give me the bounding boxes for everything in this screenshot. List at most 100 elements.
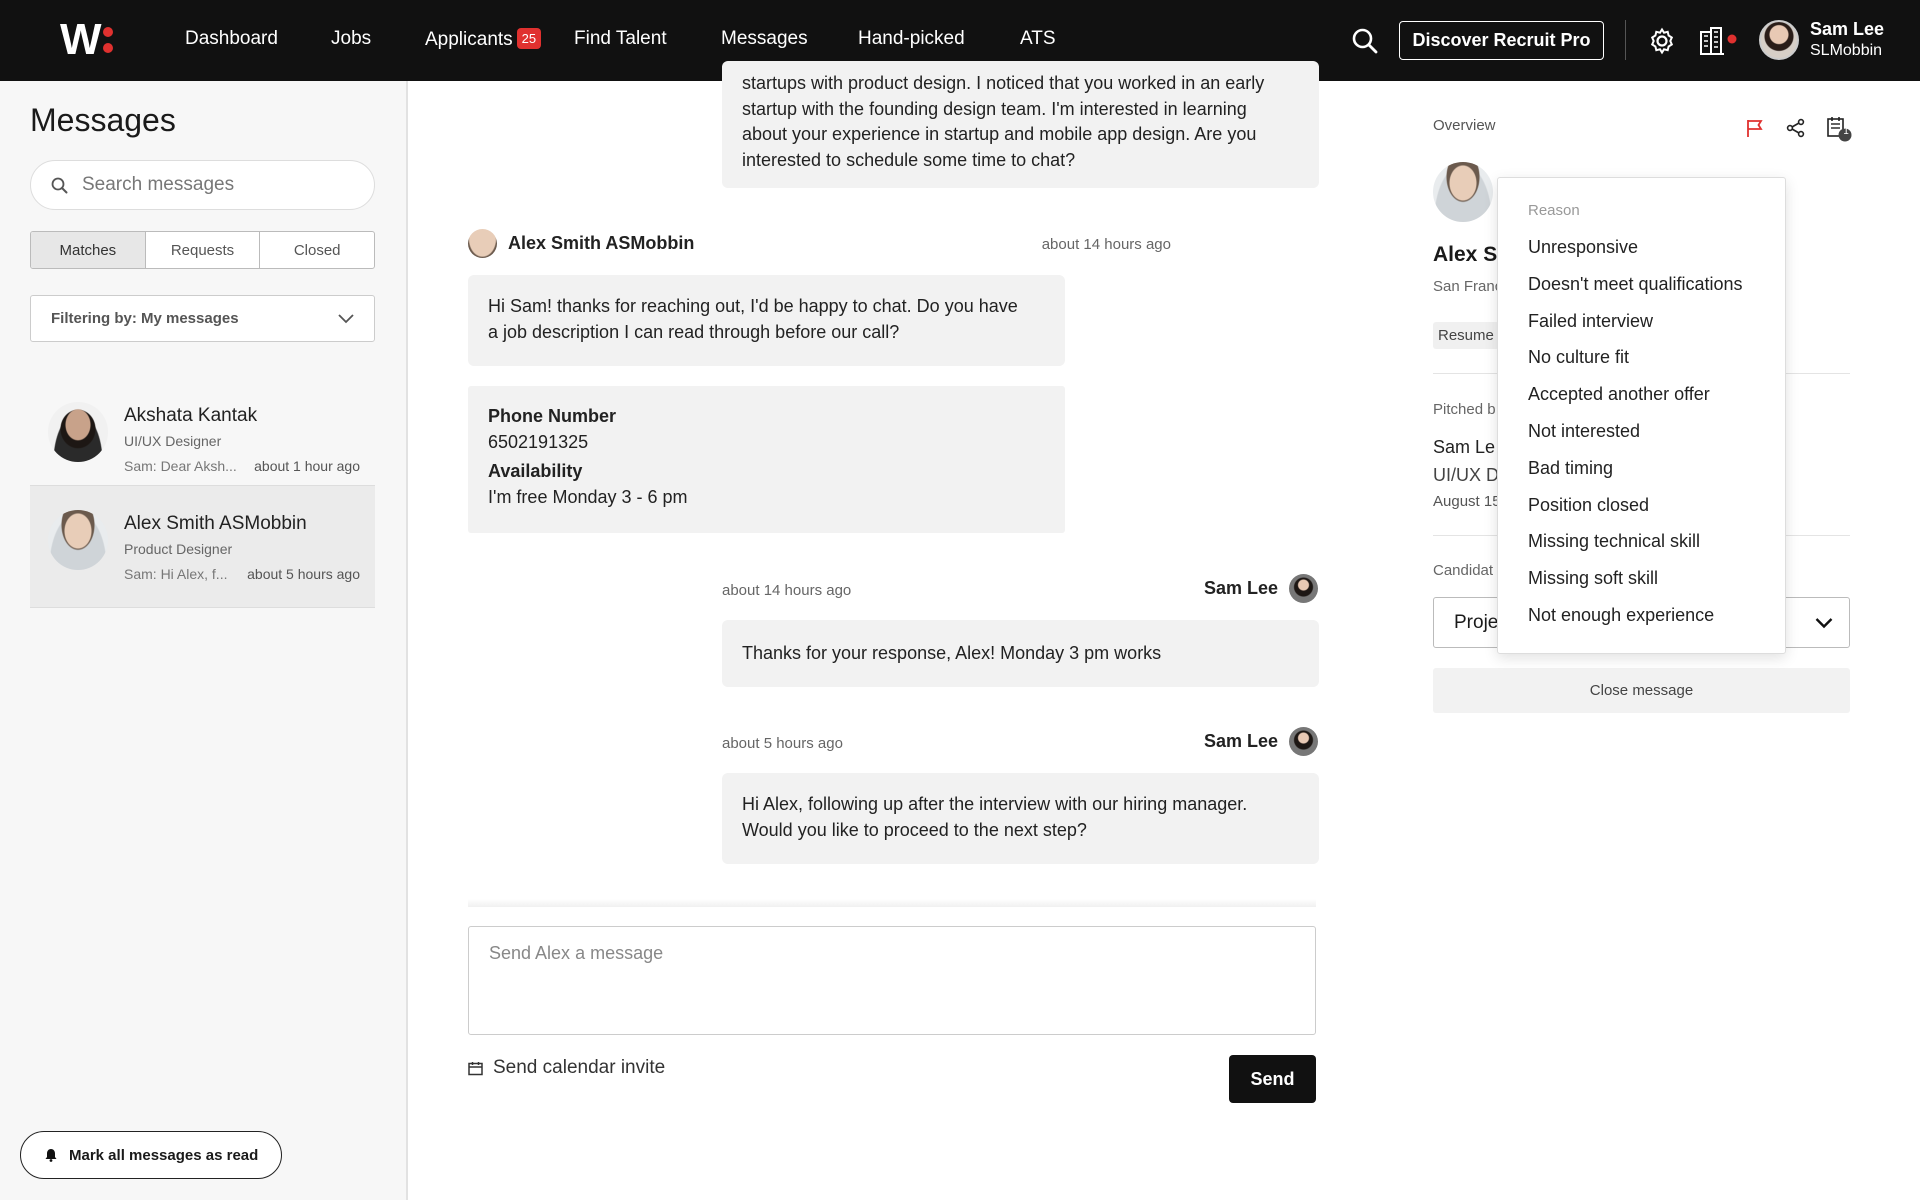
message-text-line: Would you like to proceed to the next st… (742, 819, 1087, 840)
building-icon[interactable] (1698, 26, 1738, 56)
overview-label: Overview (1433, 117, 1496, 134)
flag-icon[interactable] (1743, 116, 1767, 140)
message-tabs: Matches Requests Closed (30, 231, 375, 269)
resume-tag[interactable]: Resume (1433, 322, 1499, 349)
conversation-name: Akshata Kantak (124, 405, 258, 426)
nav-find-talent[interactable]: Find Talent (574, 28, 667, 50)
nav-dashboard[interactable]: Dashboard (185, 28, 278, 50)
message-sender: Alex Smith ASMobbin (508, 233, 695, 253)
reason-option[interactable]: Not enough experience (1498, 597, 1785, 634)
message-time: about 5 hours ago (722, 735, 843, 752)
conversation-name: Alex Smith ASMobbin (124, 513, 307, 534)
conversation-role: UI/UX Designer (124, 433, 222, 449)
conversation-snippet: Sam: Dear Aksh... (124, 458, 237, 474)
tab-requests[interactable]: Requests (146, 232, 261, 268)
avatar (1289, 574, 1318, 603)
wellfound-logo[interactable]: W (60, 18, 113, 62)
reason-option[interactable]: Missing technical skill (1498, 523, 1785, 560)
chat-thread: startups with product design. I noticed … (410, 61, 1340, 1200)
page-title: Messages (30, 102, 176, 138)
nav-ats[interactable]: ATS (1020, 28, 1056, 50)
send-calendar-invite-label: Send calendar invite (493, 1057, 666, 1078)
send-button[interactable]: Send (1229, 1055, 1316, 1103)
conversation-sidebar: Messages Matches Requests Closed Filteri… (0, 81, 408, 1200)
chevron-down-icon (338, 313, 354, 323)
mark-all-read-button[interactable]: Mark all messages as read (20, 1131, 282, 1179)
candidate-location: San Franc (1433, 278, 1503, 295)
phone-label: Phone Number (488, 406, 617, 426)
conversation-time: about 1 hour ago (254, 458, 360, 474)
nav-hand-picked[interactable]: Hand-picked (858, 28, 965, 50)
availability-label: Availability (488, 461, 583, 481)
message-bubble: Hi Alex, following up after the intervie… (722, 773, 1319, 864)
avatar (1289, 727, 1318, 756)
pitched-role: UI/UX D (1433, 465, 1500, 485)
share-icon[interactable] (1784, 116, 1808, 140)
discover-recruit-pro-button[interactable]: Discover Recruit Pro (1399, 21, 1604, 60)
message-header: Alex Smith ASMobbin (468, 229, 694, 258)
filter-label: Filtering by: My messages (51, 310, 239, 327)
avatar (48, 402, 108, 462)
message-filter-select[interactable]: Filtering by: My messages (30, 295, 375, 342)
message-text-line: Hi Sam! thanks for reaching out, I'd be … (488, 296, 1018, 316)
reason-option[interactable]: Bad timing (1498, 450, 1785, 487)
search-input[interactable] (82, 174, 342, 196)
close-message-button[interactable]: Close message (1433, 668, 1850, 713)
message-text-line: interested to schedule some time to chat… (742, 149, 1076, 170)
reason-option[interactable]: Failed interview (1498, 303, 1785, 340)
nav-messages[interactable]: Messages (721, 28, 808, 50)
mark-all-read-label: Mark all messages as read (69, 1146, 259, 1164)
reason-option[interactable]: Missing soft skill (1498, 560, 1785, 597)
message-text: Thanks for your response, Alex! Monday 3… (742, 643, 1162, 663)
message-text-line: Hi Alex, following up after the intervie… (742, 794, 1248, 814)
nav-applicants-label: Applicants (425, 29, 513, 50)
calendar-icon (468, 1061, 483, 1075)
user-handle: SLMobbin (1810, 42, 1883, 59)
message-bubble: Thanks for your response, Alex! Monday 3… (722, 620, 1319, 687)
message-header: Sam Lee (1113, 574, 1318, 603)
calendar-notes-icon[interactable]: 1 (1824, 114, 1854, 144)
chevron-down-icon (1815, 618, 1833, 629)
reason-option[interactable]: Unresponsive (1498, 229, 1785, 266)
nav-applicants[interactable]: Applicants 25 (425, 28, 542, 51)
reason-option[interactable]: Not interested (1498, 413, 1785, 450)
search-icon[interactable] (1350, 26, 1380, 56)
conversation-snippet: Sam: Hi Alex, f... (124, 566, 228, 582)
message-text-line: a job description I can read through bef… (488, 321, 900, 342)
conversation-item-selected[interactable]: Alex Smith ASMobbin Product Designer Sam… (30, 485, 375, 608)
reason-option[interactable]: Accepted another offer (1498, 376, 1785, 413)
dropdown-header: Reason (1528, 202, 1580, 219)
phone-value: 6502191325 (488, 431, 589, 452)
tab-matches[interactable]: Matches (31, 232, 146, 268)
pitched-by-name: Sam Le (1433, 437, 1496, 457)
reason-option[interactable]: No culture fit (1498, 339, 1785, 376)
pitched-by-label: Pitched b (1433, 401, 1496, 418)
nav-jobs[interactable]: Jobs (331, 28, 371, 50)
gear-icon[interactable] (1647, 26, 1677, 56)
search-icon (51, 177, 68, 193)
send-calendar-invite-button[interactable]: Send calendar invite (468, 1057, 665, 1079)
message-bubble: startups with product design. I noticed … (722, 61, 1319, 188)
message-bubble: Hi Sam! thanks for reaching out, I'd be … (468, 275, 1065, 366)
applicants-count-badge: 25 (516, 28, 542, 49)
calendar-count-badge: 1 (1843, 126, 1849, 137)
bell-icon (45, 1149, 57, 1162)
message-compose-input[interactable] (468, 926, 1316, 1035)
avatar (468, 229, 497, 258)
availability-value: I'm free Monday 3 - 6 pm (488, 486, 688, 507)
conversation-item[interactable]: Akshata Kantak UI/UX Designer Sam: Dear … (30, 378, 375, 501)
user-name[interactable]: Sam Lee (1810, 19, 1884, 40)
search-messages-box[interactable] (30, 160, 375, 210)
message-sender: Sam Lee (1203, 731, 1278, 751)
candidate-avatar (1433, 162, 1493, 222)
contact-info-card: Phone Number 6502191325 Availability I'm… (468, 386, 1065, 533)
user-avatar[interactable] (1759, 20, 1799, 60)
tab-closed[interactable]: Closed (260, 232, 374, 268)
candidate-stage-label: Candidat (1433, 562, 1494, 579)
reason-option[interactable]: Doesn't meet qualifications (1498, 266, 1785, 303)
reason-option[interactable]: Position closed (1498, 487, 1785, 524)
candidate-stage-value: Proje (1454, 611, 1499, 633)
message-time: about 14 hours ago (722, 582, 852, 599)
close-reason-dropdown: Reason Unresponsive Doesn't meet qualifi… (1497, 177, 1786, 654)
nav-divider (1625, 20, 1626, 60)
